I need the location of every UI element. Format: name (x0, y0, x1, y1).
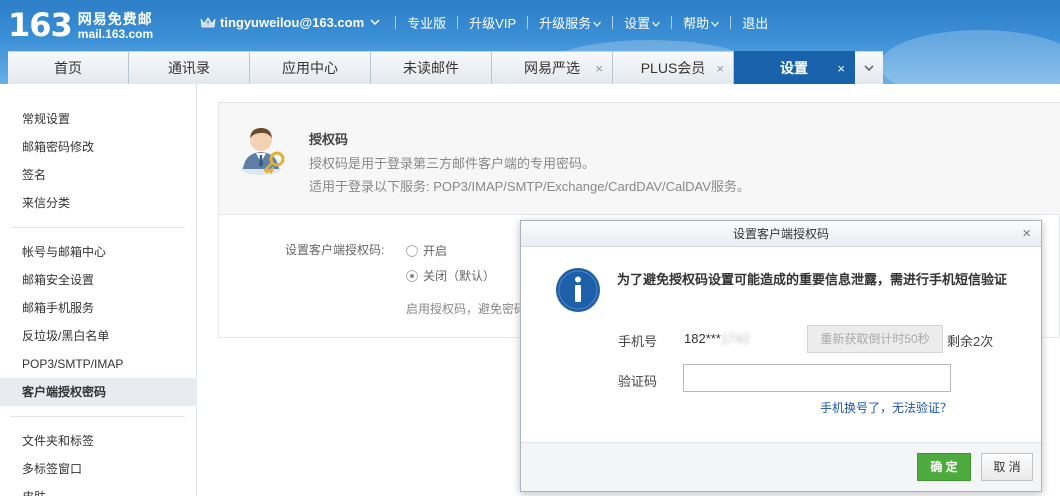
panel-description: 授权码是用于登录第三方邮件客户端的专用密码。 (309, 156, 596, 171)
tab-unread[interactable]: 未读邮件 (371, 51, 492, 84)
radio-selected-icon (406, 269, 418, 282)
panel-header: 授权码 授权码是用于登录第三方邮件客户端的专用密码。 适用于登录以下服务: PO… (219, 103, 1060, 215)
sidebar-item-account-center[interactable]: 帐号与邮箱中心 (0, 238, 197, 266)
sidebar-item-password[interactable]: 邮箱密码修改 (0, 133, 197, 161)
logo-number: 163 (8, 6, 73, 44)
dialog-message: 为了避免授权码设置可能造成的重要信息泄露，需进行手机短信验证 (617, 272, 1008, 287)
confirm-button[interactable]: 确 定 (917, 453, 971, 481)
verification-code-input[interactable] (683, 364, 951, 392)
nav-logout[interactable]: 退出 (742, 13, 768, 32)
header-cloud (880, 30, 1060, 84)
panel-title: 授权码 (309, 132, 349, 147)
crown-icon (200, 17, 216, 28)
auth-code-setting-label: 设置客户端授权码: (285, 243, 385, 257)
sidebar-item-signature[interactable]: 签名 (0, 161, 197, 189)
logo-title: 网易免费邮 (77, 11, 153, 27)
sidebar-item-pop3-smtp-imap[interactable]: POP3/SMTP/IMAP (0, 350, 197, 378)
panel-services: 适用于登录以下服务: POP3/IMAP/SMTP/Exchange/CardD… (309, 179, 750, 194)
logo-domain: mail.163.com (77, 27, 154, 41)
logo[interactable]: 163 网易免费邮 mail.163.com (8, 6, 153, 46)
changed-phone-link[interactable]: 手机换号了，无法验证？ (820, 399, 952, 416)
close-icon[interactable]: × (1022, 221, 1031, 247)
user-key-icon (241, 128, 285, 175)
auth-code-dialog: 设置客户端授权码 × 为了避免授权码设置可能造成的重要信息泄露，需进行手机短信验… (520, 220, 1042, 492)
cancel-button[interactable]: 取 消 (981, 453, 1033, 481)
sidebar-item-filters[interactable]: 来信分类 (0, 189, 197, 217)
tab-contacts[interactable]: 通讯录 (129, 51, 250, 84)
nav-upgrade-service[interactable]: 升级服务 (539, 13, 602, 32)
dialog-footer: 确 定 取 消 (521, 442, 1041, 491)
nav-divider (395, 15, 397, 29)
nav-settings[interactable]: 设置 (624, 13, 661, 32)
close-icon[interactable]: × (595, 61, 603, 76)
nav-help[interactable]: 帮助 (683, 13, 720, 32)
nav-divider (730, 15, 732, 29)
tab-more-button[interactable] (855, 51, 883, 84)
phone-label: 手机号 (618, 334, 658, 349)
nav-divider (527, 15, 529, 29)
radio-enable[interactable]: 开启 (406, 242, 447, 259)
nav-upgrade-vip[interactable]: 升级VIP (469, 13, 516, 32)
close-icon[interactable]: × (837, 61, 845, 76)
nav-divider (457, 15, 459, 29)
chevron-down-icon (864, 65, 874, 71)
sidebar-divider (10, 416, 185, 417)
remaining-attempts: 剩余2次 (947, 334, 994, 349)
sidebar-item-security[interactable]: 邮箱安全设置 (0, 266, 197, 294)
chevron-down-icon (652, 21, 661, 27)
header: 163 网易免费邮 mail.163.com tingyuweilou@163.… (0, 0, 1060, 84)
chevron-down-icon (711, 21, 720, 27)
chevron-down-icon (593, 21, 602, 27)
radio-icon (406, 244, 418, 257)
close-icon[interactable]: × (716, 61, 724, 76)
enable-hint: 启用授权码，避免密码 (406, 302, 526, 316)
sidebar-item-folders-tags[interactable]: 文件夹和标签 (0, 427, 197, 455)
dialog-header[interactable]: 设置客户端授权码 × (521, 221, 1041, 247)
tab-home[interactable]: 首页 (8, 51, 129, 84)
sidebar-item-general[interactable]: 常规设置 (0, 105, 197, 133)
sidebar-item-mobile-service[interactable]: 邮箱手机服务 (0, 294, 197, 322)
verification-code-label: 验证码 (618, 374, 658, 389)
sidebar-item-multi-tab[interactable]: 多标签窗口 (0, 455, 197, 483)
settings-sidebar: 常规设置 邮箱密码修改 签名 来信分类 帐号与邮箱中心 邮箱安全设置 邮箱手机服… (0, 84, 197, 496)
user-email[interactable]: tingyuweilou@163.com (220, 15, 364, 30)
resend-code-button[interactable]: 重新获取倒计时50秒 (807, 325, 943, 353)
nav-divider (671, 15, 673, 29)
tab-app-center[interactable]: 应用中心 (250, 51, 371, 84)
radio-disable[interactable]: 关闭（默认） (406, 267, 495, 284)
top-nav: tingyuweilou@163.com 专业版 升级VIP 升级服务 设置 帮… (200, 12, 768, 32)
sidebar-divider (10, 227, 185, 228)
phone-number: 182***1742 (684, 331, 750, 346)
chevron-down-icon[interactable] (370, 17, 380, 27)
tab-bar: 首页 通讯录 应用中心 未读邮件 网易严选 × PLUS会员 × 设置 × (8, 51, 883, 84)
dialog-title: 设置客户端授权码 (732, 227, 829, 241)
tab-plus-member[interactable]: PLUS会员 × (613, 51, 734, 84)
info-icon (556, 268, 600, 312)
sidebar-item-antispam[interactable]: 反垃圾/黑白名单 (0, 322, 197, 350)
sidebar-item-skin[interactable]: 皮肤 (0, 483, 197, 496)
nav-pro[interactable]: 专业版 (407, 13, 446, 32)
tab-yanxuan[interactable]: 网易严选 × (492, 51, 613, 84)
tab-settings[interactable]: 设置 × (734, 51, 855, 84)
nav-divider (612, 15, 614, 29)
sidebar-item-client-auth[interactable]: 客户端授权密码 (0, 378, 197, 406)
